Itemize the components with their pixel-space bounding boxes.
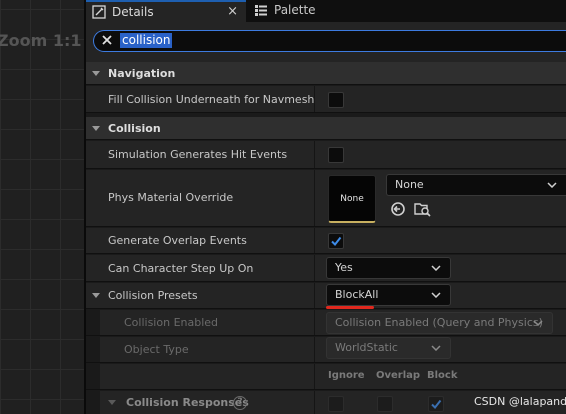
object-type-value: WorldStatic <box>335 341 398 354</box>
annotation-underline <box>326 306 374 309</box>
chevron-down-icon <box>431 265 441 271</box>
chevron-down-icon <box>431 345 441 351</box>
property-label: Phys Material Override <box>108 191 234 204</box>
property-label: Simulation Generates Hit Events <box>108 148 288 161</box>
search-value: collision <box>120 33 173 48</box>
response-header-ignore: Ignore <box>328 370 365 381</box>
property-label: Can Character Step Up On <box>108 262 254 275</box>
checkmark-icon <box>331 236 342 247</box>
chevron-down-icon <box>533 320 543 326</box>
object-type-dropdown: WorldStatic <box>326 337 451 359</box>
property-sim-hit-events: Simulation Generates Hit Events <box>86 141 566 169</box>
response-header-row: Ignore Overlap Block <box>86 364 566 390</box>
tab-close-button[interactable]: × <box>227 2 238 22</box>
watermark-text: CSDN @lalapanda <box>474 395 566 408</box>
property-label: Collision Enabled <box>124 316 219 329</box>
category-navigation[interactable]: Navigation <box>86 62 566 85</box>
tab-bar: Details × Palette <box>86 0 566 22</box>
property-label: Collision Responses <box>126 396 249 409</box>
property-label: Fill Collision Underneath for Navmesh <box>108 93 315 106</box>
checkmark-icon <box>431 399 442 410</box>
chevron-down-icon <box>92 71 100 76</box>
tab-details-label: Details <box>112 5 154 19</box>
collision-presets-dropdown[interactable]: BlockAll <box>326 284 451 306</box>
tab-palette-label: Palette <box>274 3 316 17</box>
search-input[interactable]: collision <box>93 30 566 52</box>
chevron-down-icon <box>547 182 557 188</box>
tab-details[interactable]: Details × <box>86 0 246 22</box>
property-step-up: Can Character Step Up On Yes <box>86 255 566 282</box>
search-bar: collision <box>86 22 566 62</box>
chevron-down-icon <box>92 126 100 131</box>
property-label: Object Type <box>124 343 189 356</box>
use-selected-asset-icon[interactable] <box>390 201 406 217</box>
collision-enabled-dropdown: Collision Enabled (Query and Physics) <box>326 312 553 334</box>
chevron-down-icon[interactable] <box>92 293 100 298</box>
property-object-type: Object Type WorldStatic <box>86 337 566 363</box>
palette-icon <box>254 3 268 17</box>
property-generate-overlap: Generate Overlap Events <box>86 228 566 254</box>
fill-collision-checkbox[interactable] <box>328 92 344 108</box>
step-up-dropdown[interactable]: Yes <box>326 257 451 279</box>
tab-palette[interactable]: Palette <box>248 0 358 22</box>
response-ignore-checkbox[interactable] <box>328 396 344 412</box>
browse-asset-icon[interactable] <box>414 201 432 217</box>
property-fill-collision: Fill Collision Underneath for Navmesh <box>86 86 566 113</box>
generate-overlap-checkbox[interactable] <box>328 233 344 249</box>
category-collision[interactable]: Collision <box>86 117 566 140</box>
pencil-icon <box>92 4 106 19</box>
response-header-overlap: Overlap <box>376 370 421 381</box>
property-collision-enabled: Collision Enabled Collision Enabled (Que… <box>86 310 566 336</box>
collision-presets-value: BlockAll <box>335 288 379 301</box>
zoom-label: Zoom 1:1 <box>0 31 82 50</box>
chevron-down-icon[interactable] <box>108 400 116 405</box>
details-panel: Details × Palette collision Navigation F… <box>86 0 566 414</box>
category-label: Collision <box>108 122 161 135</box>
response-overlap-checkbox[interactable] <box>377 396 393 412</box>
response-block-checkbox[interactable] <box>428 396 444 412</box>
response-header-block: Block <box>427 370 458 381</box>
collision-enabled-value: Collision Enabled (Query and Physics) <box>335 316 543 329</box>
property-label: Collision Presets <box>108 289 198 302</box>
graph-viewport[interactable]: Zoom 1:1 <box>0 0 85 414</box>
property-phys-material: Phys Material Override None None <box>86 170 566 227</box>
chevron-down-icon <box>431 292 441 298</box>
property-label: Generate Overlap Events <box>108 234 247 247</box>
phys-material-value: None <box>395 178 424 191</box>
help-icon[interactable]: ? <box>233 396 247 410</box>
phys-material-thumbnail[interactable]: None <box>328 175 376 223</box>
phys-material-dropdown[interactable]: None <box>386 174 566 196</box>
category-label: Navigation <box>108 67 176 80</box>
sim-hit-checkbox[interactable] <box>328 147 344 163</box>
clear-search-icon[interactable] <box>100 33 114 47</box>
step-up-value: Yes <box>335 261 353 274</box>
